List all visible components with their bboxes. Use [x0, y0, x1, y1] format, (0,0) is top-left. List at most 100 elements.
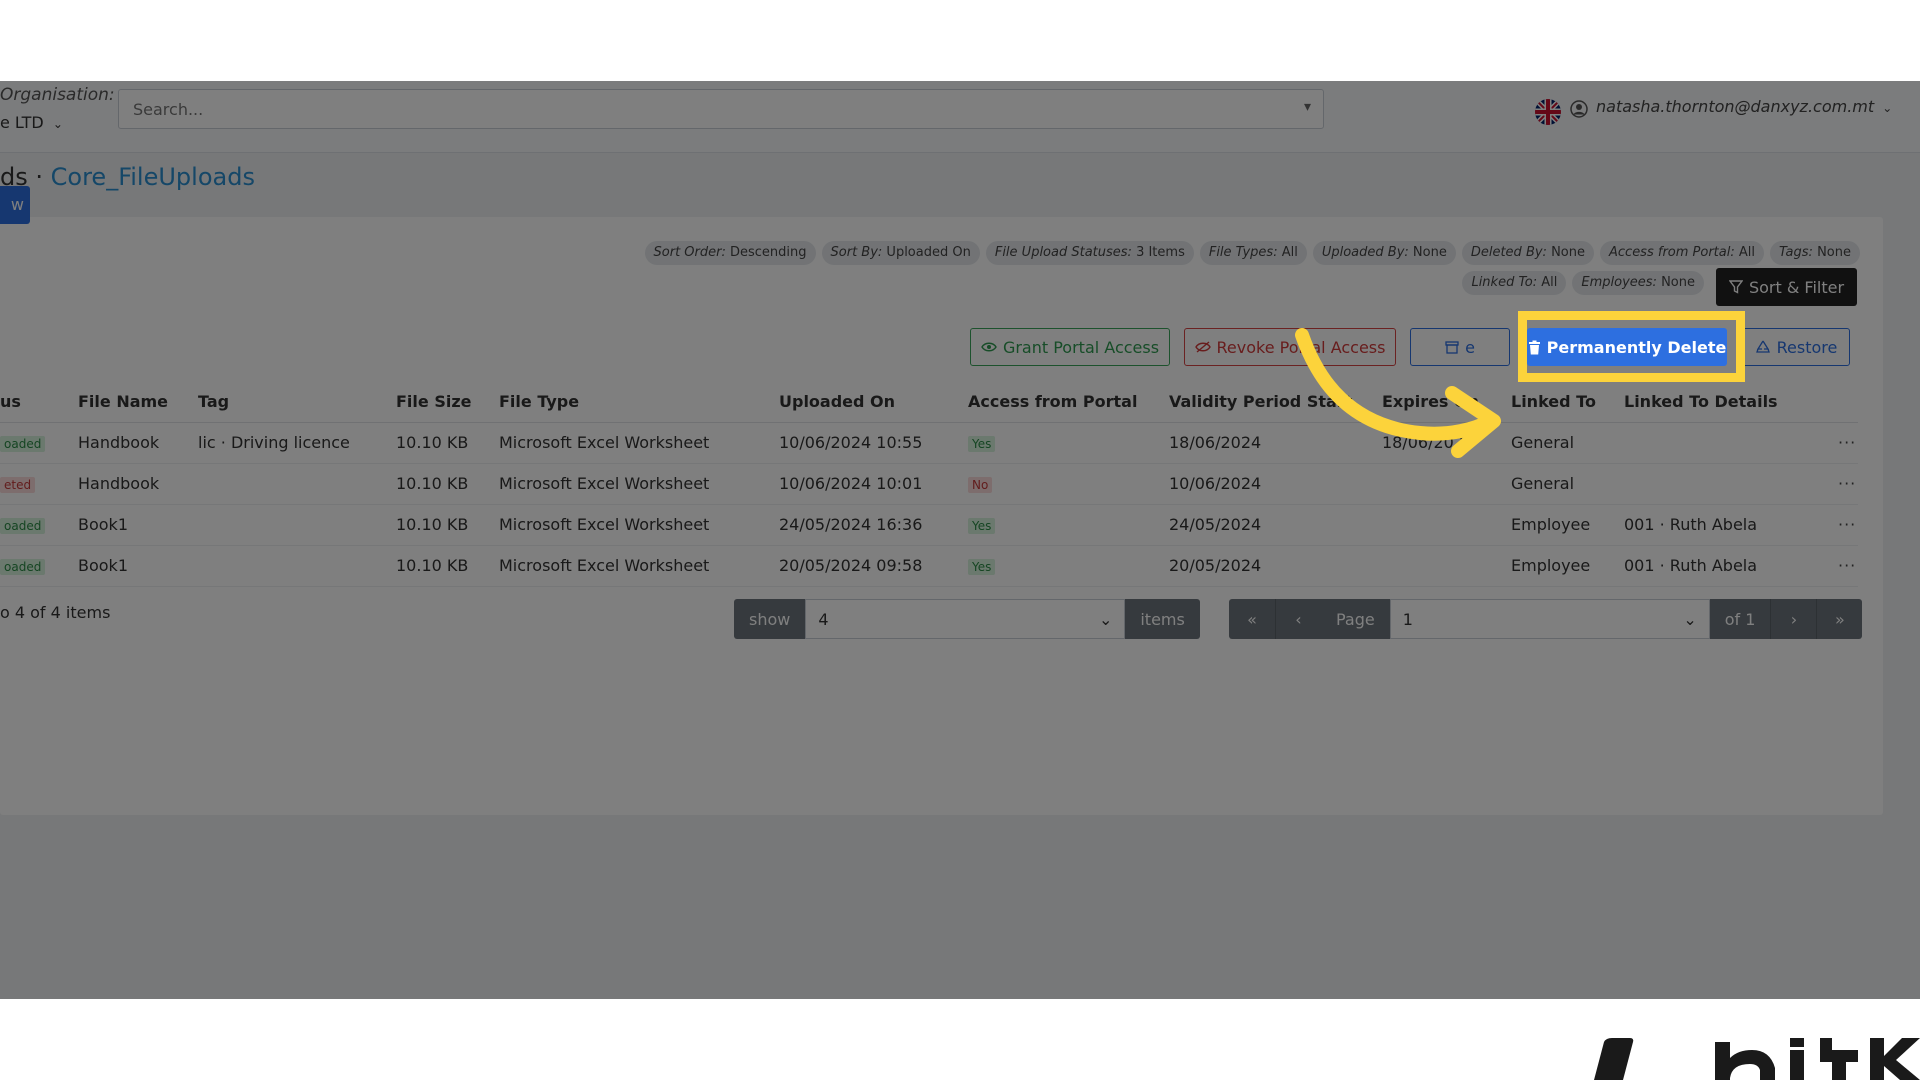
table-row[interactable]: oaded Handbook lic · Driving licence 10.10 …: [0, 422, 1858, 464]
cell-uploaded: 24/05/2024 16:36: [779, 504, 968, 546]
table-row[interactable]: oaded Book1 10.10 KB Microsoft Excel Worksh…: [0, 545, 1858, 587]
access-badge: Yes: [968, 436, 996, 452]
row-menu-cell: ···: [1838, 504, 1858, 546]
filter-chip-value: Descending: [725, 245, 807, 260]
cell-text: 10.10 KB: [396, 474, 469, 493]
column-header[interactable]: Linked To Details: [1624, 381, 1838, 423]
filter-chip-key: Tags:: [1778, 245, 1813, 260]
search-box[interactable]: ▾: [118, 89, 1324, 129]
cell-type: Microsoft Excel Worksheet: [499, 463, 779, 505]
table-row[interactable]: oaded Book1 10.10 KB Microsoft Excel Worksh…: [0, 504, 1858, 546]
filter-chip-value: None: [1408, 245, 1447, 260]
cell-text: 10.10 KB: [396, 433, 469, 452]
cell-uploaded: 10/06/2024 10:01: [779, 463, 968, 505]
chevron-down-icon: ⌄: [1683, 609, 1697, 629]
cell-file-name: Book1: [78, 545, 198, 587]
sort-filter-button[interactable]: Sort & Filter: [1716, 268, 1857, 306]
caret-down-icon[interactable]: ▾: [1304, 99, 1311, 115]
cell-linked: Employee: [1511, 504, 1624, 546]
more-options-icon[interactable]: ···: [1838, 556, 1856, 575]
filter-chip[interactable]: Uploaded By: None: [1312, 241, 1456, 265]
filter-chip[interactable]: File Types: All: [1199, 241, 1307, 265]
restore-button[interactable]: Restore: [1742, 328, 1850, 366]
new-button[interactable]: w: [0, 186, 30, 224]
first-page-button[interactable]: «: [1229, 599, 1275, 639]
page-size-select[interactable]: 4 ⌄: [805, 599, 1126, 639]
filter-chip[interactable]: Deleted By: None: [1461, 241, 1594, 265]
cell-tag: [198, 545, 396, 587]
grant-portal-access-button[interactable]: Grant Portal Access: [970, 328, 1170, 366]
organisation-label: Organisation:: [0, 85, 115, 105]
column-header[interactable]: us: [0, 381, 78, 423]
cell-file-name: Handbook: [78, 422, 198, 464]
cell-status: eted: [0, 463, 78, 505]
cell-details: 001 · Ruth Abela: [1624, 545, 1838, 587]
active-filters: Sort Order: Descending Sort By: Uploaded …: [600, 241, 1860, 295]
more-options-icon[interactable]: ···: [1838, 515, 1856, 534]
cell-tag: [198, 463, 396, 505]
filter-chip[interactable]: Linked To: All: [1462, 271, 1567, 295]
organisation-selector[interactable]: e LTD ⌄: [0, 113, 63, 132]
column-header[interactable]: Linked To: [1511, 381, 1624, 423]
app-window: Organisation: e LTD ⌄ ▾ natasha.thornton…: [0, 81, 1920, 999]
cell-text: Microsoft Excel Worksheet: [499, 433, 710, 452]
status-badge: eted: [0, 477, 36, 493]
cell-type: Microsoft Excel Worksheet: [499, 422, 779, 464]
cell-details: [1624, 463, 1838, 505]
cell-linked: General: [1511, 422, 1624, 464]
column-header[interactable]: File Type: [499, 381, 779, 423]
more-options-icon[interactable]: ···: [1838, 433, 1856, 452]
filter-chip[interactable]: Sort By: Uploaded On: [821, 241, 980, 265]
filter-chip-value: Uploaded On: [882, 245, 971, 260]
search-input[interactable]: [119, 90, 1279, 128]
cell-text: Book1: [78, 556, 128, 575]
column-header[interactable]: File Size: [396, 381, 499, 423]
prev-page-button[interactable]: ‹: [1275, 599, 1321, 639]
cell-expires: [1382, 504, 1511, 546]
filter-chip[interactable]: Access from Portal: All: [1600, 241, 1764, 265]
cell-text: 10.10 KB: [396, 556, 469, 575]
cell-type: Microsoft Excel Worksheet: [499, 545, 779, 587]
filter-chip-key: Employees:: [1581, 275, 1657, 290]
uk-flag-icon[interactable]: [1535, 99, 1561, 125]
access-badge: Yes: [968, 559, 996, 575]
filter-chip[interactable]: Sort Order: Descending: [644, 241, 816, 265]
filter-chip-value: None: [1546, 245, 1585, 260]
cell-uploaded: 10/06/2024 10:55: [779, 422, 968, 464]
permanently-delete-label: Permanently Delete: [1546, 337, 1727, 357]
filter-chip[interactable]: File Upload Statuses: 3 Items: [985, 241, 1194, 265]
next-page-button[interactable]: ›: [1770, 599, 1817, 639]
filter-chip[interactable]: Employees: None: [1572, 271, 1704, 295]
cell-access: Yes: [968, 545, 1169, 587]
cell-text: lic · Driving licence: [198, 433, 350, 452]
column-header[interactable]: Access from Portal: [968, 381, 1169, 423]
filter-chip[interactable]: Tags: None: [1769, 241, 1860, 265]
filter-chip-key: Linked To:: [1471, 275, 1538, 290]
cell-linked: General: [1511, 463, 1624, 505]
cell-file-name: Handbook: [78, 463, 198, 505]
user-email: natasha.thornton@danxyz.com.mt: [1596, 97, 1875, 116]
access-badge: No: [968, 477, 993, 493]
cell-details: [1624, 422, 1838, 464]
cell-text: 001 · Ruth Abela: [1624, 556, 1758, 575]
column-header[interactable]: Uploaded On: [779, 381, 968, 423]
column-header[interactable]: File Name: [78, 381, 198, 423]
page-select[interactable]: 1 ⌄: [1389, 599, 1710, 639]
brand-logo: [1594, 1038, 1920, 1080]
eye-icon: [981, 342, 997, 352]
permanently-delete-button[interactable]: Permanently Delete: [1527, 328, 1727, 366]
last-page-button[interactable]: »: [1816, 599, 1863, 639]
cell-details: 001 · Ruth Abela: [1624, 504, 1838, 546]
more-options-icon[interactable]: ···: [1838, 474, 1856, 493]
column-header[interactable]: Tag: [198, 381, 396, 423]
cell-text: Employee: [1511, 515, 1591, 534]
table-row[interactable]: eted Handbook 10.10 KB Microsoft Excel Work…: [0, 463, 1858, 505]
cell-text: 24/05/2024: [1169, 515, 1262, 534]
items-summary: o 4 of 4 items: [0, 603, 111, 622]
page-label: Page: [1321, 599, 1390, 639]
cell-linked: Employee: [1511, 545, 1624, 587]
user-menu[interactable]: natasha.thornton@danxyz.com.mt ⌄: [1596, 97, 1892, 116]
cell-status: oaded: [0, 545, 78, 587]
recycle-icon: [1755, 340, 1770, 353]
breadcrumb-current[interactable]: Core_FileUploads: [51, 163, 255, 191]
